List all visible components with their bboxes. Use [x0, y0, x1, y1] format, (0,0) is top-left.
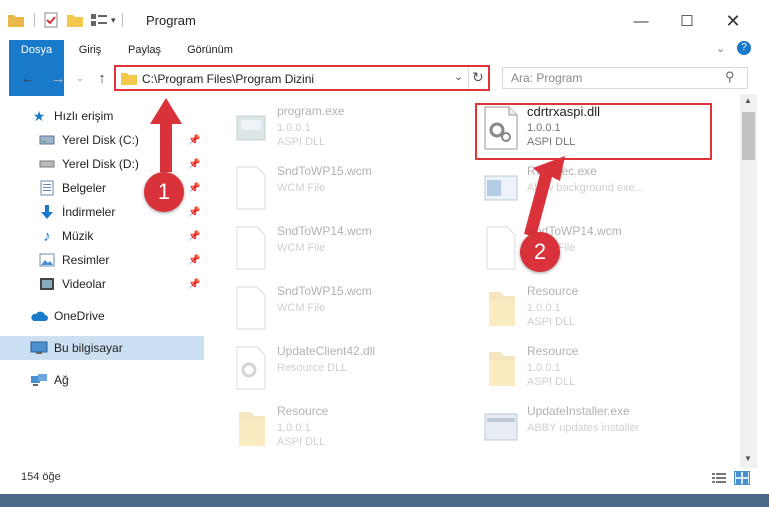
arrow-to-dll-file	[524, 156, 565, 237]
arrow-to-address-bar	[150, 98, 182, 172]
step-1-badge: 1	[144, 172, 184, 212]
annotation-arrows	[150, 98, 565, 237]
step-2-badge: 2	[520, 232, 560, 272]
